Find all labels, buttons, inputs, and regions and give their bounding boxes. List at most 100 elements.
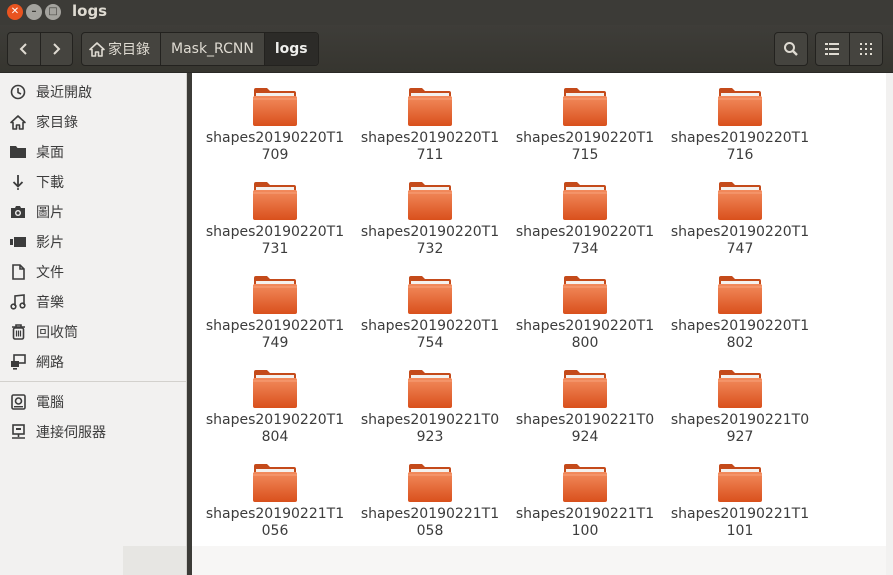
folder-item[interactable]: shapes20190220T1 732 (355, 167, 505, 257)
sidebar-item-desktop[interactable]: 桌面 (0, 137, 186, 167)
chevron-left-icon (19, 43, 27, 55)
folder-item[interactable]: shapes20190220T1 716 (665, 73, 815, 163)
folder-name: shapes20190220T1 732 (360, 224, 500, 257)
folder-item[interactable]: shapes20190221T1 101 (665, 449, 815, 539)
download-icon (8, 174, 28, 190)
server-icon (8, 424, 28, 440)
folder-item[interactable]: shapes20190221T1 056 (200, 449, 350, 539)
search-icon (784, 42, 798, 56)
sidebar-item-label: 連接伺服器 (36, 425, 106, 441)
folder-icon (253, 370, 297, 408)
list-view-button[interactable] (816, 33, 849, 65)
sidebar-item-label: 影片 (36, 235, 64, 251)
sidebar-item-connect-server[interactable]: 連接伺服器 (0, 417, 186, 447)
folder-item[interactable]: shapes20190220T1 754 (355, 261, 505, 351)
status-area (192, 546, 893, 575)
file-grid: shapes20190220T1 709 shapes20190220T1 711 (192, 73, 893, 546)
folder-name: shapes20190220T1 802 (670, 318, 810, 351)
folder-item[interactable]: shapes20190221T0 927 (665, 355, 815, 445)
sidebar-item-label: 最近開啟 (36, 85, 92, 101)
folder-item[interactable]: shapes20190221T0 924 (510, 355, 660, 445)
folder-icon (408, 464, 452, 502)
folder-name: shapes20190221T0 923 (360, 412, 500, 445)
sidebar-item-label: 音樂 (36, 295, 64, 311)
view-mode-buttons (815, 32, 883, 66)
sidebar-item-videos[interactable]: 影片 (0, 227, 186, 257)
folder-item[interactable]: shapes20190220T1 731 (200, 167, 350, 257)
window-title: logs (72, 2, 108, 20)
folder-name: shapes20190220T1 754 (360, 318, 500, 351)
sidebar-item-music[interactable]: 音樂 (0, 287, 186, 317)
home-icon (89, 41, 105, 57)
sidebar-item-label: 文件 (36, 265, 64, 281)
folder-icon (408, 182, 452, 220)
folder-item[interactable]: shapes20190220T1 715 (510, 73, 660, 163)
sidebar-item-label: 網路 (36, 355, 64, 371)
minimize-window-button[interactable]: – (26, 4, 42, 20)
folder-item[interactable]: shapes20190220T1 800 (510, 261, 660, 351)
back-button[interactable] (8, 33, 40, 65)
folder-icon (563, 370, 607, 408)
folder-item[interactable]: shapes20190221T1 058 (355, 449, 505, 539)
folder-icon (718, 182, 762, 220)
folder-icon (408, 88, 452, 126)
sidebar-item-trash[interactable]: 回收筒 (0, 317, 186, 347)
camera-icon (8, 205, 28, 219)
network-icon (8, 354, 28, 370)
folder-icon (563, 88, 607, 126)
window-edge (886, 73, 893, 575)
sidebar-item-downloads[interactable]: 下載 (0, 167, 186, 197)
home-icon (8, 114, 28, 130)
sidebar-item-label: 家目錄 (36, 115, 78, 131)
folder-name: shapes20190221T1 058 (360, 506, 500, 539)
folder-icon (718, 370, 762, 408)
folder-icon (408, 276, 452, 314)
folder-icon (563, 464, 607, 502)
sidebar-item-label: 回收筒 (36, 325, 78, 341)
path-crumb-logs[interactable]: logs (264, 33, 318, 65)
computer-icon (8, 394, 28, 410)
folder-icon (253, 276, 297, 314)
folder-icon (563, 276, 607, 314)
sidebar-footer-shade (123, 546, 186, 575)
folder-name: shapes20190221T0 924 (515, 412, 655, 445)
forward-button[interactable] (39, 33, 72, 65)
trash-icon (8, 324, 28, 340)
folder-item[interactable]: shapes20190220T1 747 (665, 167, 815, 257)
folder-item[interactable]: shapes20190220T1 709 (200, 73, 350, 163)
search-button[interactable] (774, 32, 808, 66)
folder-icon (718, 88, 762, 126)
chevron-right-icon (53, 43, 61, 55)
path-crumb-home[interactable]: 家目錄 (82, 33, 161, 65)
path-crumb-mask-rcnn[interactable]: Mask_RCNN (161, 33, 265, 65)
folder-name: shapes20190221T1 100 (515, 506, 655, 539)
sidebar-item-documents[interactable]: 文件 (0, 257, 186, 287)
sidebar-item-label: 桌面 (36, 145, 64, 161)
list-icon (825, 43, 840, 55)
folder-item[interactable]: shapes20190220T1 802 (665, 261, 815, 351)
folder-icon (253, 464, 297, 502)
path-crumb-label: 家目錄 (108, 42, 150, 58)
sidebar-item-network[interactable]: 網路 (0, 347, 186, 377)
sidebar-item-pictures[interactable]: 圖片 (0, 197, 186, 227)
grid-view-button[interactable] (848, 33, 882, 65)
video-icon (8, 236, 28, 248)
sidebar-item-computer[interactable]: 電腦 (0, 387, 186, 417)
sidebar-item-home[interactable]: 家目錄 (0, 107, 186, 137)
folder-name: shapes20190220T1 804 (205, 412, 345, 445)
music-icon (8, 294, 28, 310)
folder-item[interactable]: shapes20190220T1 749 (200, 261, 350, 351)
folder-item[interactable]: shapes20190220T1 804 (200, 355, 350, 445)
close-window-button[interactable]: ✕ (7, 4, 23, 20)
folder-item[interactable]: shapes20190220T1 734 (510, 167, 660, 257)
sidebar-item-label: 圖片 (36, 205, 64, 221)
folder-name: shapes20190221T1 056 (205, 506, 345, 539)
sidebar-item-recent[interactable]: 最近開啟 (0, 77, 186, 107)
folder-icon (408, 370, 452, 408)
folder-name: shapes20190220T1 715 (515, 130, 655, 163)
maximize-window-button[interactable]: □ (45, 4, 61, 20)
folder-item[interactable]: shapes20190221T0 923 (355, 355, 505, 445)
folder-item[interactable]: shapes20190220T1 711 (355, 73, 505, 163)
folder-item[interactable]: shapes20190221T1 100 (510, 449, 660, 539)
folder-icon (718, 464, 762, 502)
